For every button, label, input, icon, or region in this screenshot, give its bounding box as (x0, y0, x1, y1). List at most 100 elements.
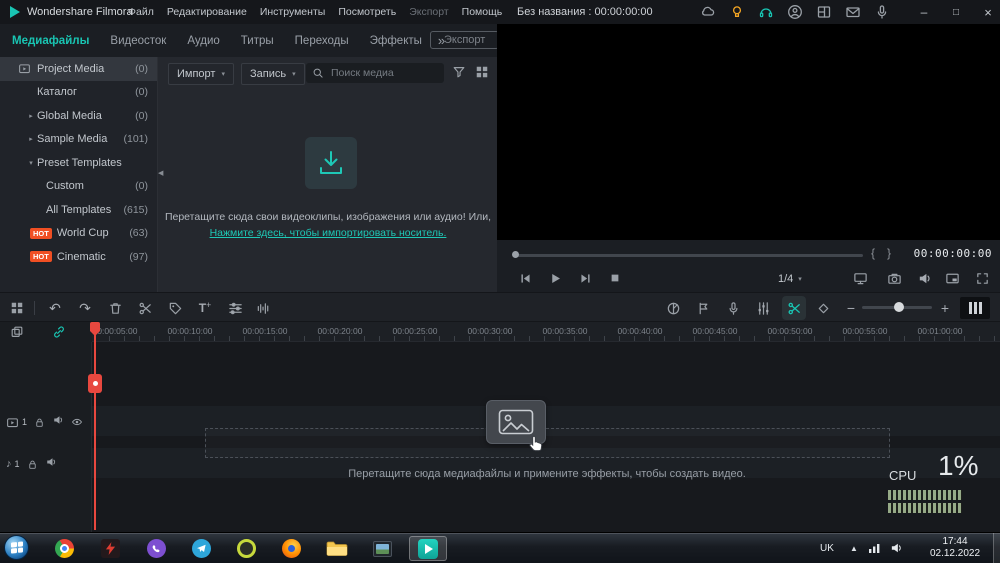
tree-collapsed-icon[interactable]: ▸ (25, 135, 37, 143)
media-grid-icon[interactable] (8, 299, 26, 317)
taskbar-app-browser[interactable] (227, 536, 265, 561)
menu-view[interactable]: Посмотреть (338, 6, 396, 18)
timeline-ruler[interactable]: 00:00:05:00 00:00:10:00 00:00:15:00 00:0… (92, 322, 1000, 342)
tree-collapsed-icon[interactable]: ▸ (25, 112, 37, 120)
record-dropdown[interactable]: Запись ▾ (241, 63, 305, 85)
tray-expand-icon[interactable]: ▲ (850, 533, 858, 563)
taskbar-app-telegram[interactable] (182, 536, 220, 561)
eye-visibility-icon[interactable] (71, 416, 83, 428)
fit-window-icon[interactable] (944, 270, 960, 286)
redo-icon[interactable]: ↷ (76, 299, 94, 317)
taskbar-app-viber[interactable] (137, 536, 175, 561)
sidebar-item-sample-media[interactable]: ▸ Sample Media (101) (0, 128, 157, 152)
scrubber-handle[interactable] (512, 251, 519, 258)
split-button-active[interactable] (782, 296, 806, 320)
language-indicator[interactable]: UK (820, 533, 834, 563)
zoom-out-icon[interactable]: − (842, 299, 860, 317)
volume-icon[interactable] (916, 270, 932, 286)
network-icon[interactable] (868, 533, 882, 563)
tree-expanded-icon[interactable]: ▾ (25, 159, 37, 167)
sidebar-item-catalog[interactable]: Каталог (0) (0, 81, 157, 105)
zoom-slider-handle[interactable] (894, 302, 904, 312)
taskbar-app-firefox[interactable] (272, 536, 310, 561)
second-monitor-icon[interactable] (852, 270, 868, 286)
import-dropdown[interactable]: Импорт ▾ (168, 63, 234, 85)
voiceover-mic-icon[interactable] (724, 299, 742, 317)
mark-out-icon[interactable]: } (887, 246, 891, 260)
color-wheel-icon[interactable] (664, 299, 682, 317)
menu-edit[interactable]: Редактирование (167, 6, 247, 18)
account-avatar-icon[interactable] (787, 4, 803, 20)
taskbar-app-photos[interactable] (363, 536, 401, 561)
lock-icon[interactable] (27, 459, 38, 470)
menu-export[interactable]: Экспорт (409, 6, 448, 18)
import-media-button[interactable] (305, 137, 357, 189)
menu-file[interactable]: Файл (128, 6, 154, 18)
playhead-line[interactable] (94, 322, 96, 530)
scissors-icon[interactable] (136, 299, 154, 317)
zoom-in-icon[interactable]: + (936, 299, 954, 317)
undo-icon[interactable]: ↶ (46, 299, 64, 317)
media-search[interactable] (306, 63, 444, 83)
cloud-icon[interactable] (700, 4, 716, 20)
preview-quality-dropdown[interactable]: 1/4 ▾ (778, 273, 802, 285)
menu-help[interactable]: Помощь (462, 6, 503, 18)
tray-volume-icon[interactable] (890, 533, 904, 563)
microphone-icon[interactable] (874, 4, 890, 20)
sidebar-item-global-media[interactable]: ▸ Global Media (0) (0, 104, 157, 128)
workspace-layout-icon[interactable] (816, 4, 832, 20)
show-desktop-button[interactable] (993, 533, 1000, 563)
mark-in-icon[interactable]: { (871, 246, 875, 260)
next-frame-button[interactable] (577, 270, 593, 286)
tab-stock[interactable]: Видеосток (110, 35, 166, 47)
titles-icon[interactable]: T + (196, 299, 214, 317)
sidebar-item-project-media[interactable]: Project Media (0) (0, 57, 157, 81)
crop-tag-icon[interactable] (166, 299, 184, 317)
tray-clock[interactable]: 17:44 02.12.2022 (920, 536, 990, 560)
taskbar-app-filmora[interactable] (409, 536, 447, 561)
play-button[interactable] (547, 270, 563, 286)
sidebar-item-custom[interactable]: Custom (0) (0, 175, 157, 199)
adjust-sliders-icon[interactable] (226, 299, 244, 317)
sidebar-collapse-handle[interactable]: ◀ (158, 163, 168, 183)
tab-audio[interactable]: Аудио (187, 35, 219, 47)
taskbar-app-utility[interactable] (91, 536, 129, 561)
mail-icon[interactable] (845, 4, 861, 20)
audio-mixer-icon[interactable] (754, 299, 772, 317)
mute-speaker-icon[interactable] (45, 455, 57, 473)
preview-scrubber[interactable] (515, 254, 863, 257)
delete-icon[interactable] (106, 299, 124, 317)
start-button[interactable] (4, 535, 29, 560)
timeline-dropzone[interactable] (205, 428, 890, 458)
sidebar-item-preset-templates[interactable]: ▾ Preset Templates (0, 151, 157, 175)
tab-titles[interactable]: Титры (241, 35, 274, 47)
video-preview-area[interactable] (497, 24, 1000, 240)
sidebar-item-all-templates[interactable]: All Templates (615) (0, 198, 157, 222)
previous-frame-button[interactable] (517, 270, 533, 286)
stop-button[interactable] (607, 270, 623, 286)
window-close-button[interactable]: × (974, 0, 1000, 24)
window-maximize-button[interactable]: □ (942, 0, 970, 24)
marker-flag-icon[interactable] (694, 299, 712, 317)
search-input[interactable] (329, 66, 438, 80)
grid-view-icon[interactable] (475, 65, 489, 79)
keyframe-icon[interactable] (814, 299, 832, 317)
export-button[interactable]: Экспорт (430, 31, 500, 49)
mute-speaker-icon[interactable] (52, 413, 64, 431)
sidebar-item-world-cup[interactable]: HOT World Cup (63) (0, 222, 157, 246)
menu-tools[interactable]: Инструменты (260, 6, 325, 18)
tab-media[interactable]: Медиафайлы (12, 35, 89, 47)
tab-effects[interactable]: Эффекты (370, 35, 422, 47)
zoom-to-fit-button[interactable] (960, 297, 990, 319)
headset-icon[interactable] (758, 4, 774, 20)
sidebar-item-cinematic[interactable]: HOT Cinematic (97) (0, 245, 157, 269)
tab-transitions[interactable]: Переходы (295, 35, 349, 47)
manage-tracks-icon[interactable] (8, 323, 26, 341)
playhead-split-badge[interactable] (88, 374, 102, 393)
taskbar-app-explorer[interactable] (318, 536, 356, 561)
filter-funnel-icon[interactable] (452, 65, 466, 79)
lock-icon[interactable] (34, 417, 45, 428)
fullscreen-expand-icon[interactable] (974, 270, 990, 286)
bulb-icon[interactable] (729, 4, 745, 20)
taskbar-app-chrome[interactable] (45, 536, 83, 561)
